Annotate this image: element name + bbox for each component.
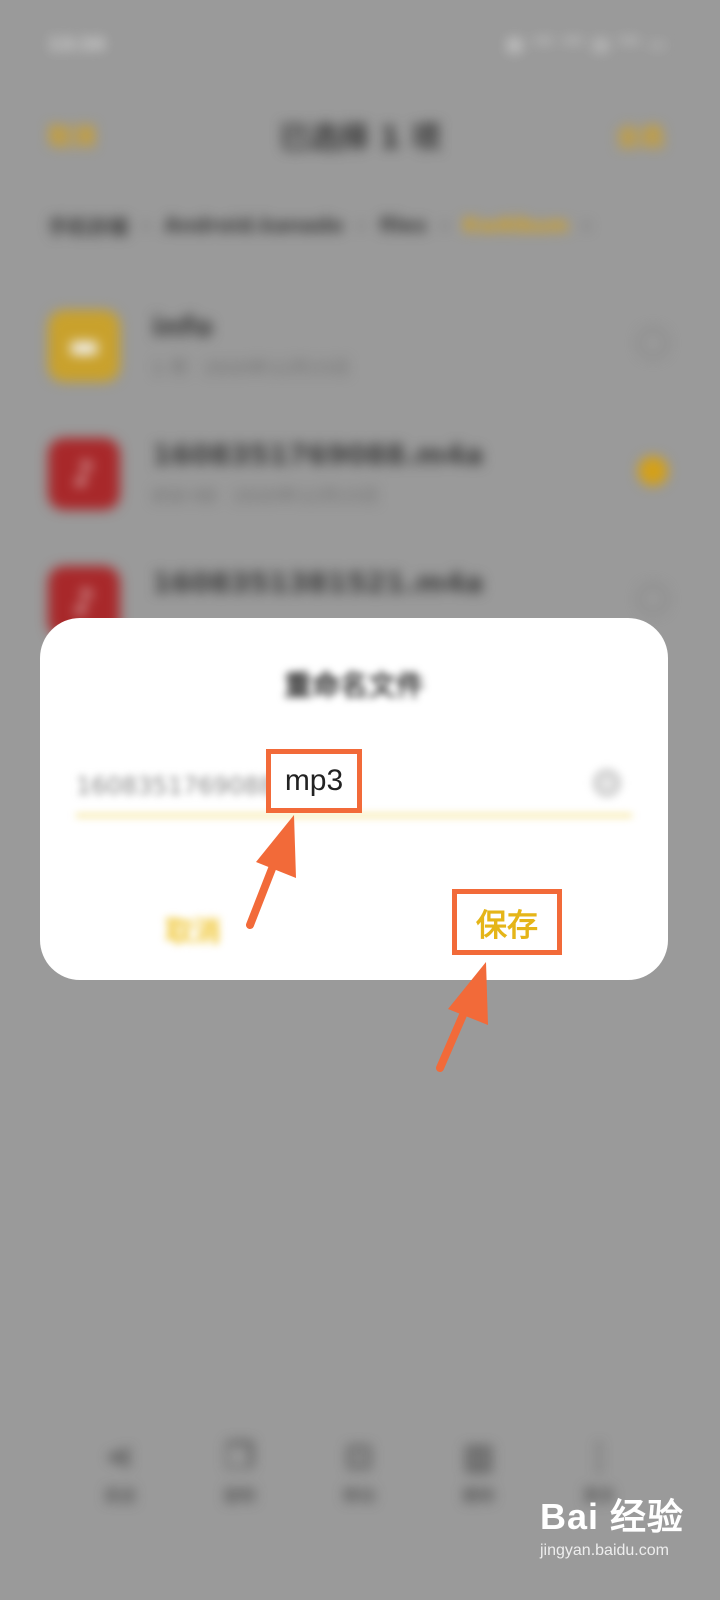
watermark-logo: Bai 经验: [540, 1496, 685, 1537]
arrow-to-save: [436, 962, 488, 1072]
watermark-url: jingyan.baidu.com: [540, 1542, 669, 1559]
watermark: Bai 经验 jingyan.baidu.com: [540, 1488, 684, 1560]
annotation-arrows: [246, 815, 488, 1072]
arrow-to-extension: [246, 815, 296, 929]
